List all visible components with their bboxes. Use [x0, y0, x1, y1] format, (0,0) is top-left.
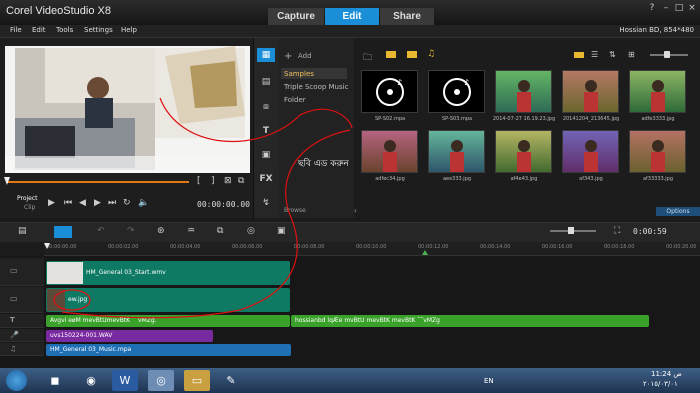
- clock-time[interactable]: 11:24 ص: [651, 370, 682, 378]
- clock-date[interactable]: ٢٠١٥/٠٣/٠١: [643, 380, 678, 388]
- annotation-curve-top: [159, 97, 353, 143]
- paint-icon[interactable]: ✎: [218, 370, 244, 391]
- word-icon[interactable]: W: [112, 370, 138, 391]
- annotation-circle: [53, 289, 91, 311]
- quicktime-icon[interactable]: ◉: [78, 370, 104, 391]
- explorer-icon[interactable]: ▭: [184, 370, 210, 391]
- videostudio-icon[interactable]: ◎: [148, 370, 174, 391]
- windows-taskbar: [0, 368, 700, 393]
- annotation-text: ছবি এড করুন: [298, 159, 349, 169]
- start-button[interactable]: [6, 370, 27, 391]
- language-indicator[interactable]: EN: [484, 377, 494, 385]
- media-player-icon[interactable]: ◼: [42, 370, 68, 391]
- annotation-overlay: [53, 97, 353, 319]
